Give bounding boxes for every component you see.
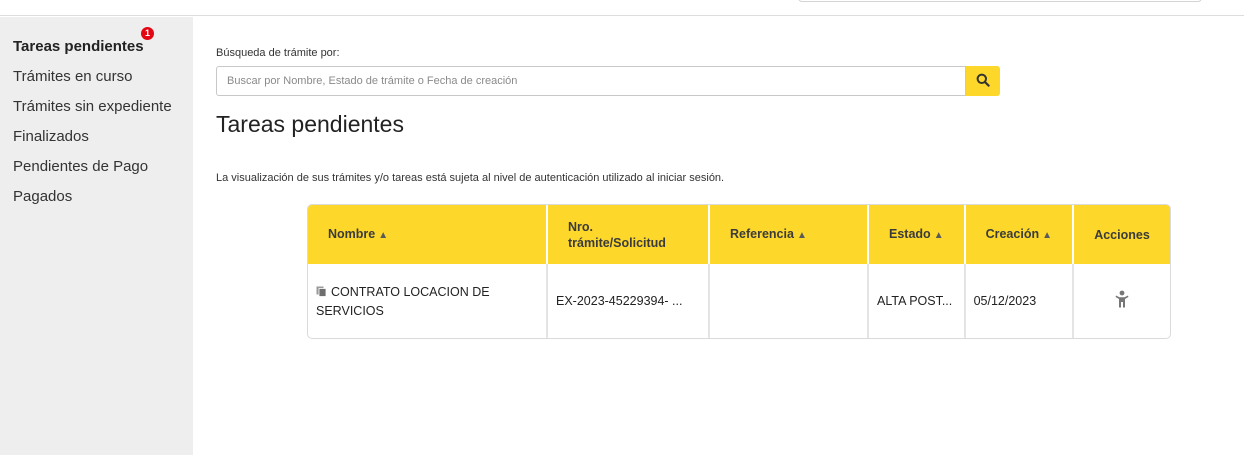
top-search-box[interactable]	[798, 0, 1202, 2]
search-input[interactable]	[216, 66, 966, 96]
notification-badge: 1	[141, 27, 154, 40]
sort-icon: ▲︎	[796, 229, 807, 241]
column-header-nro-tramite: Nro. trámite/Solicitud	[547, 205, 710, 264]
main-content: Búsqueda de trámite por: Tareas pendient…	[193, 17, 1244, 455]
column-header-label: Nombre	[328, 226, 376, 241]
sort-icon: ▲︎	[378, 229, 389, 241]
person-action-icon[interactable]	[1115, 290, 1129, 313]
sidebar-item-tramites-sin-expediente[interactable]: Trámites sin expediente	[13, 98, 172, 115]
sidebar-item-label: Finalizados	[13, 128, 89, 145]
cell-acciones	[1073, 264, 1170, 338]
tasks-table: Nombre ▲︎ Nro. trámite/Solicitud Referenc…	[307, 204, 1171, 339]
column-header-estado[interactable]: Estado ▲︎	[868, 205, 966, 264]
document-icon	[316, 284, 327, 302]
column-header-label: Acciones	[1094, 227, 1150, 242]
auth-notice: La visualización de sus trámites y/o tar…	[216, 172, 725, 184]
cell-nombre-text: CONTRATO LOCACION DE SERVICIOS	[316, 284, 490, 318]
column-header-label: trámite/Solicitud	[568, 235, 666, 250]
sidebar-item-tareas-pendientes[interactable]: Tareas pendientes 1	[13, 27, 154, 55]
cell-estado: ALTA POST...	[868, 264, 966, 338]
sidebar: Tareas pendientes 1 Trámites en curso Tr…	[0, 17, 193, 455]
table-header-row: Nombre ▲︎ Nro. trámite/Solicitud Referenc…	[308, 205, 1170, 264]
cell-referencia	[709, 264, 869, 338]
cell-creacion: 05/12/2023	[964, 264, 1075, 338]
table-row: CONTRATO LOCACION DE SERVICIOS EX-2023-4…	[308, 264, 1170, 338]
column-header-label: Creación	[985, 226, 1040, 241]
sidebar-item-label: Pagados	[13, 188, 73, 205]
top-bar	[0, 0, 1244, 16]
search-button[interactable]	[966, 66, 1000, 96]
sidebar-item-tramites-en-curso[interactable]: Trámites en curso	[13, 68, 132, 85]
sidebar-item-pagados[interactable]: Pagados	[13, 188, 72, 205]
column-header-acciones: Acciones	[1073, 205, 1170, 264]
sort-icon: ▲︎	[933, 229, 944, 241]
cell-nombre: CONTRATO LOCACION DE SERVICIOS	[308, 264, 548, 338]
sidebar-item-label: Trámites sin expediente	[13, 98, 172, 115]
sidebar-item-finalizados[interactable]: Finalizados	[13, 128, 89, 145]
column-header-label: Nro.	[568, 219, 593, 234]
column-header-nombre[interactable]: Nombre ▲︎	[308, 205, 548, 264]
column-header-creacion[interactable]: Creación ▲︎	[964, 205, 1075, 264]
page-title: Tareas pendientes	[216, 111, 404, 137]
sort-icon: ▲︎	[1042, 229, 1052, 241]
sidebar-item-label: Trámites en curso	[13, 68, 133, 85]
search-label: Búsqueda de trámite por:	[216, 47, 340, 59]
search-icon	[976, 73, 990, 90]
sidebar-item-label: Tareas pendientes	[13, 38, 144, 55]
sidebar-item-pendientes-de-pago[interactable]: Pendientes de Pago	[13, 158, 148, 175]
column-header-label: Estado	[889, 226, 931, 241]
cell-nro-tramite: EX-2023-45229394- ...	[547, 264, 710, 338]
column-header-referencia[interactable]: Referencia ▲︎	[709, 205, 869, 264]
column-header-label: Referencia	[730, 226, 794, 241]
sidebar-item-label: Pendientes de Pago	[13, 158, 149, 175]
